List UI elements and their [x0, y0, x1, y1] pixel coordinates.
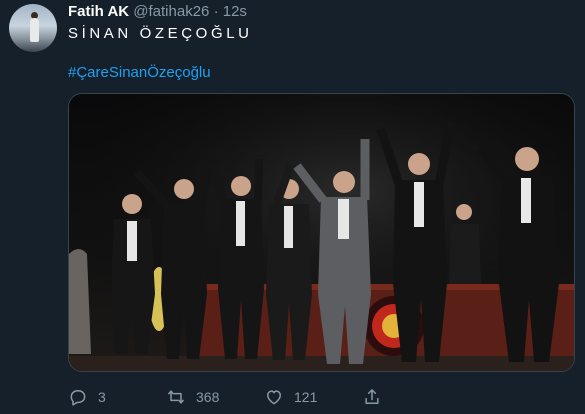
photo-scene	[69, 94, 574, 371]
tweet: Fatih AK @fatihak26 · 12s SİNAN ÖZEÇOĞLU…	[0, 0, 585, 414]
author-handle[interactable]: @fatihak26	[133, 3, 209, 20]
avatar-figure	[30, 18, 39, 42]
share-action[interactable]	[362, 384, 382, 410]
retweet-icon[interactable]	[166, 387, 186, 407]
share-icon[interactable]	[362, 387, 382, 407]
like-action[interactable]: 121	[264, 384, 317, 410]
tweet-header: Fatih AK @fatihak26 · 12s	[68, 3, 247, 21]
tweet-actions: 3 368 121	[68, 384, 568, 410]
tweet-photo[interactable]	[68, 93, 575, 372]
tweet-text: SİNAN ÖZEÇOĞLU	[68, 25, 253, 42]
retweet-action[interactable]: 368	[166, 384, 219, 410]
tweet-timestamp[interactable]: 12s	[223, 3, 247, 20]
like-icon[interactable]	[264, 387, 284, 407]
retweet-count: 368	[196, 389, 220, 405]
like-count: 121	[294, 389, 318, 405]
avatar[interactable]	[9, 4, 57, 52]
hashtag-link[interactable]: #ÇareSinanÖzeçoğlu	[68, 63, 211, 83]
reply-icon[interactable]	[68, 387, 88, 407]
header-separator: ·	[213, 3, 219, 20]
author-name[interactable]: Fatih AK	[68, 3, 129, 20]
reply-count: 3	[98, 389, 106, 405]
reply-action[interactable]: 3	[68, 384, 106, 410]
